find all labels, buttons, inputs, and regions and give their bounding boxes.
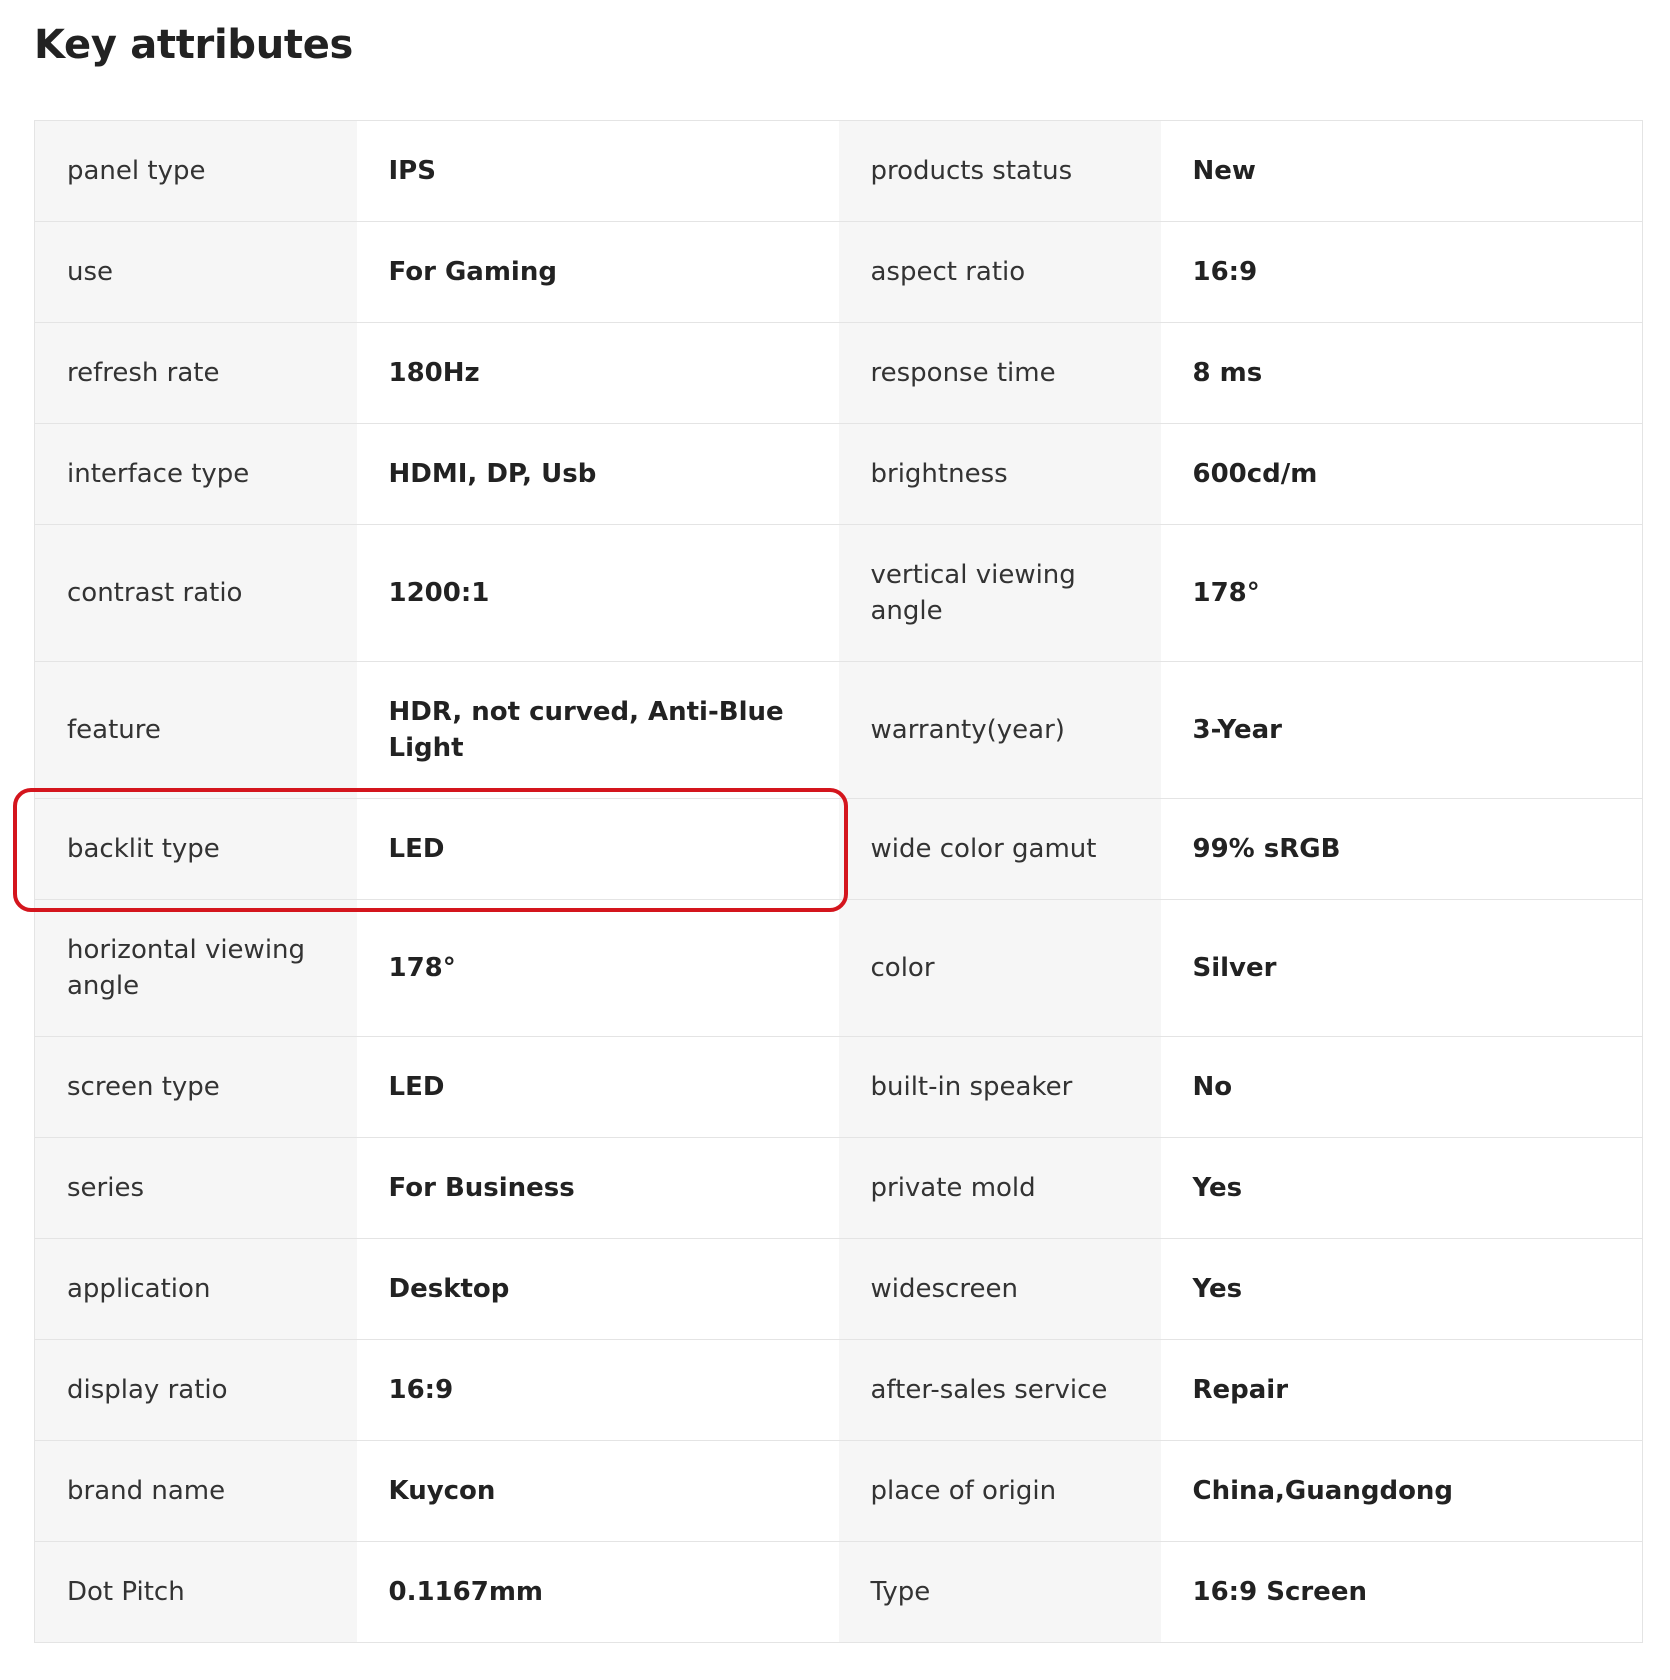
attribute-value: LED <box>356 798 839 900</box>
attribute-label: vertical viewing angle <box>838 524 1161 662</box>
attribute-label: brightness <box>838 423 1161 525</box>
attribute-row: series For Business private mold Yes <box>34 1137 1643 1239</box>
attribute-label: horizontal viewing angle <box>34 899 357 1037</box>
attribute-value: 16:9 Screen <box>1160 1541 1643 1643</box>
attribute-row: panel type IPS products status New <box>34 120 1643 222</box>
attribute-value: No <box>1160 1036 1643 1138</box>
attribute-row: contrast ratio 1200:1 vertical viewing a… <box>34 524 1643 662</box>
attribute-value: 99% sRGB <box>1160 798 1643 900</box>
attribute-label: aspect ratio <box>838 221 1161 323</box>
attribute-label: place of origin <box>838 1440 1161 1542</box>
attribute-label: Dot Pitch <box>34 1541 357 1643</box>
attribute-label: wide color gamut <box>838 798 1161 900</box>
attribute-value: 180Hz <box>356 322 839 424</box>
attribute-label: Type <box>838 1541 1161 1643</box>
attribute-label: response time <box>838 322 1161 424</box>
attribute-label: use <box>34 221 357 323</box>
attribute-label: widescreen <box>838 1238 1161 1340</box>
attribute-row-highlighted: backlit type LED wide color gamut 99% sR… <box>34 798 1643 900</box>
attribute-label: private mold <box>838 1137 1161 1239</box>
attribute-value: Repair <box>1160 1339 1643 1441</box>
attribute-value: 8 ms <box>1160 322 1643 424</box>
attribute-label: contrast ratio <box>34 524 357 662</box>
attribute-row: Dot Pitch 0.1167mm Type 16:9 Screen <box>34 1541 1643 1643</box>
attribute-row: horizontal viewing angle 178° color Silv… <box>34 899 1643 1037</box>
section-title: Key attributes <box>34 22 354 68</box>
key-attributes-table: panel type IPS products status New use F… <box>34 120 1643 1643</box>
attribute-value: Kuycon <box>356 1440 839 1542</box>
attribute-value: 178° <box>1160 524 1643 662</box>
attribute-value: HDR, not curved, Anti-Blue Light <box>356 661 839 799</box>
attribute-row: feature HDR, not curved, Anti-Blue Light… <box>34 661 1643 799</box>
attribute-value: Silver <box>1160 899 1643 1037</box>
attribute-label: series <box>34 1137 357 1239</box>
attribute-label: built-in speaker <box>838 1036 1161 1138</box>
attribute-row: screen type LED built-in speaker No <box>34 1036 1643 1138</box>
attribute-label: display ratio <box>34 1339 357 1441</box>
attribute-label: products status <box>838 120 1161 222</box>
attribute-value: China,Guangdong <box>1160 1440 1643 1542</box>
attribute-value: 16:9 <box>356 1339 839 1441</box>
attribute-label: after-sales service <box>838 1339 1161 1441</box>
attribute-value: 178° <box>356 899 839 1037</box>
attribute-row: refresh rate 180Hz response time 8 ms <box>34 322 1643 424</box>
attribute-label: brand name <box>34 1440 357 1542</box>
attribute-label: color <box>838 899 1161 1037</box>
attribute-label: feature <box>34 661 357 799</box>
attribute-value: For Business <box>356 1137 839 1239</box>
attribute-value: Yes <box>1160 1238 1643 1340</box>
attribute-row: interface type HDMI, DP, Usb brightness … <box>34 423 1643 525</box>
attribute-label: warranty(year) <box>838 661 1161 799</box>
attribute-row: brand name Kuycon place of origin China,… <box>34 1440 1643 1542</box>
attribute-value: New <box>1160 120 1643 222</box>
attribute-row: display ratio 16:9 after-sales service R… <box>34 1339 1643 1441</box>
attribute-label: interface type <box>34 423 357 525</box>
attribute-value: 3-Year <box>1160 661 1643 799</box>
attribute-label: screen type <box>34 1036 357 1138</box>
attribute-value: Yes <box>1160 1137 1643 1239</box>
attribute-row: application Desktop widescreen Yes <box>34 1238 1643 1340</box>
attribute-value: LED <box>356 1036 839 1138</box>
attribute-label: backlit type <box>34 798 357 900</box>
attribute-value: 0.1167mm <box>356 1541 839 1643</box>
attribute-value: Desktop <box>356 1238 839 1340</box>
attribute-value: IPS <box>356 120 839 222</box>
attribute-value: 1200:1 <box>356 524 839 662</box>
attribute-value: HDMI, DP, Usb <box>356 423 839 525</box>
attribute-row: use For Gaming aspect ratio 16:9 <box>34 221 1643 323</box>
attribute-label: application <box>34 1238 357 1340</box>
attribute-value: 600cd/m <box>1160 423 1643 525</box>
attribute-label: panel type <box>34 120 357 222</box>
attribute-label: refresh rate <box>34 322 357 424</box>
attribute-value: 16:9 <box>1160 221 1643 323</box>
attribute-value: For Gaming <box>356 221 839 323</box>
